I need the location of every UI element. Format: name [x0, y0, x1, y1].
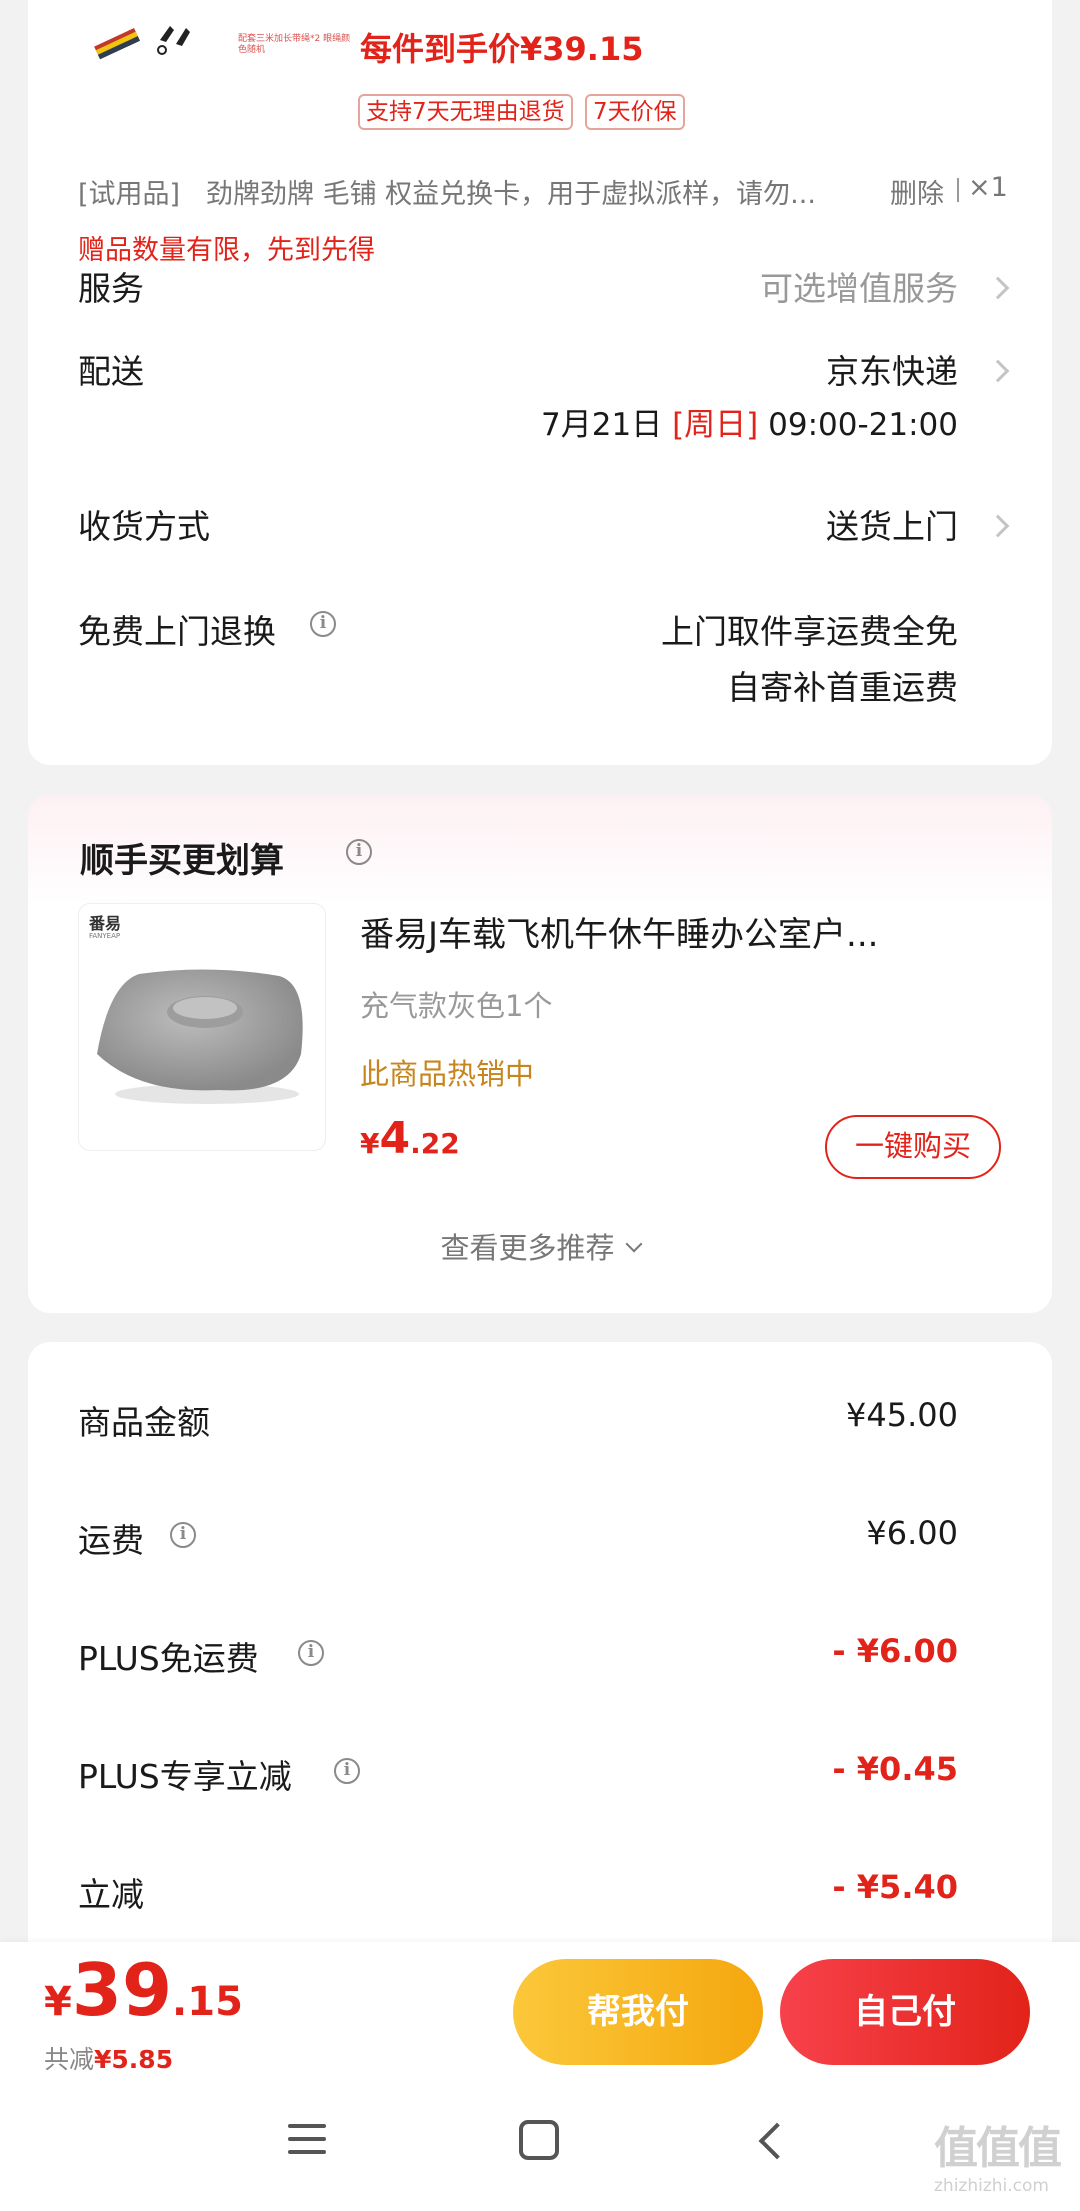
gift-quantity: ×1 — [968, 172, 1008, 203]
summary-value: ¥45.00 — [846, 1396, 958, 1434]
delivery-hours: 09:00-21:00 — [768, 407, 958, 443]
info-icon[interactable]: i — [170, 1522, 196, 1548]
recommend-item-price: ¥4.22 — [360, 1113, 460, 1164]
price-int: 4 — [379, 1113, 411, 1164]
summary-label: 立减 — [78, 1875, 144, 1914]
chevron-right-icon — [986, 359, 1010, 383]
product-image-icon — [94, 26, 190, 60]
info-icon[interactable]: i — [334, 1758, 360, 1784]
service-value: 可选增值服务 — [760, 269, 958, 308]
free-return-label: 免费上门退换 — [78, 612, 276, 651]
recommend-item-hot: 此商品热销中 — [360, 1057, 535, 1091]
total-int: 39 — [71, 1948, 173, 2032]
chevron-down-icon — [625, 1235, 643, 1253]
summary-label: PLUS免运费 — [78, 1639, 259, 1678]
checkout-bar: ¥39.15 共减¥5.85 帮我付 自己付 — [0, 1942, 1080, 2090]
summary-value: - ¥5.40 — [832, 1868, 958, 1906]
watermark-url: zhizhizhi.com — [934, 2176, 1049, 2196]
watermark-text: 值值值 — [934, 2123, 1062, 2174]
delivery-time: 7月21日 [周日] 09:00-21:00 — [541, 399, 958, 444]
summary-value: - ¥6.00 — [832, 1632, 958, 1670]
see-more-recommend[interactable]: 查看更多推荐 — [28, 1225, 1052, 1267]
recommend-card: 顺手买更划算 i 番易 FANYEAP 番易J车载飞机午休午睡办公室户... 充… — [28, 795, 1052, 1313]
gift-delete-button[interactable]: 删除 — [890, 172, 944, 211]
info-icon[interactable]: i — [310, 611, 336, 637]
recommend-item-name[interactable]: 番易J车载飞机午休午睡办公室户... — [360, 907, 1020, 956]
delivery-row[interactable]: 配送 京东快递 7月21日 [周日] 09:00-21:00 — [28, 345, 1052, 445]
summary-label: 运费 — [78, 1521, 144, 1560]
saved-prefix: 共减 — [44, 2045, 95, 2074]
free-return-line2: 自寄补首重运费 — [727, 668, 958, 707]
recommend-title: 顺手买更划算 — [80, 841, 284, 881]
back-icon[interactable] — [758, 2122, 796, 2160]
summary-value: ¥6.00 — [866, 1514, 958, 1552]
tag-price-protect: 7天价保 — [585, 94, 685, 130]
recommend-item-spec: 充气款灰色1个 — [360, 989, 553, 1023]
gift-title[interactable]: 劲牌劲牌 毛铺 权益兑换卡，用于虚拟派样，请勿... — [206, 172, 866, 211]
total-dec: .15 — [172, 1979, 243, 2025]
pillow-icon — [97, 969, 303, 1104]
product-thumbnail[interactable] — [90, 0, 220, 80]
price-dec: .22 — [410, 1127, 460, 1160]
system-nav-bar: 值值值 zhizhizhi.com — [0, 2090, 1080, 2211]
unit-price-label: 每件到手价¥39.15 — [360, 30, 644, 68]
receive-label: 收货方式 — [78, 507, 210, 546]
receive-value: 送货上门 — [826, 507, 958, 546]
help-me-pay-button[interactable]: 帮我付 — [513, 1959, 763, 2065]
delivery-carrier: 京东快递 — [826, 352, 958, 391]
saved-value: ¥5.85 — [94, 2045, 174, 2074]
summary-label: PLUS专享立减 — [78, 1757, 292, 1796]
chevron-right-icon — [986, 514, 1010, 538]
price-summary-card: 商品金额 ¥45.00 运费 i ¥6.00 PLUS免运费 i - ¥6.00… — [28, 1342, 1052, 1982]
product-banner-text: 配套三米加长带绳*2 眼绳颜色随机 — [238, 34, 351, 55]
order-info-card: 配套三米加长带绳*2 眼绳颜色随机 每件到手价¥39.15 支持7天无理由退货 … — [28, 0, 1052, 765]
info-icon[interactable]: i — [346, 839, 372, 865]
menu-icon[interactable] — [288, 2122, 326, 2156]
free-return-line1: 上门取件享运费全免 — [661, 612, 958, 651]
tag-seven-day-return: 支持7天无理由退货 — [358, 94, 573, 130]
info-icon[interactable]: i — [298, 1640, 324, 1666]
price-symbol: ¥ — [360, 1127, 380, 1160]
home-icon[interactable] — [519, 2120, 559, 2160]
total-saved: 共减¥5.85 — [44, 2040, 173, 2076]
service-row[interactable]: 服务 可选增值服务 — [28, 262, 1052, 322]
summary-label: 商品金额 — [78, 1403, 210, 1442]
delivery-date: 7月21日 — [541, 407, 663, 443]
free-return-row: 免费上门退换 i 上门取件享运费全免 自寄补首重运费 — [28, 605, 1052, 715]
one-click-buy-button[interactable]: 一键购买 — [825, 1115, 1001, 1179]
receive-row[interactable]: 收货方式 送货上门 — [28, 500, 1052, 560]
gift-divider — [957, 178, 959, 202]
chevron-right-icon — [986, 276, 1010, 300]
service-label: 服务 — [78, 269, 144, 308]
see-more-label: 查看更多推荐 — [440, 1231, 615, 1265]
total-symbol: ¥ — [44, 1979, 72, 2025]
recommend-item-image[interactable]: 番易 FANYEAP — [78, 903, 326, 1151]
delivery-weekday: [周日] — [672, 407, 759, 443]
self-pay-button[interactable]: 自己付 — [780, 1959, 1030, 2065]
gift-prefix: [试用品] — [78, 179, 181, 210]
summary-value: - ¥0.45 — [832, 1750, 958, 1788]
delivery-label: 配送 — [78, 352, 144, 391]
total-price: ¥39.15 — [44, 1948, 243, 2032]
